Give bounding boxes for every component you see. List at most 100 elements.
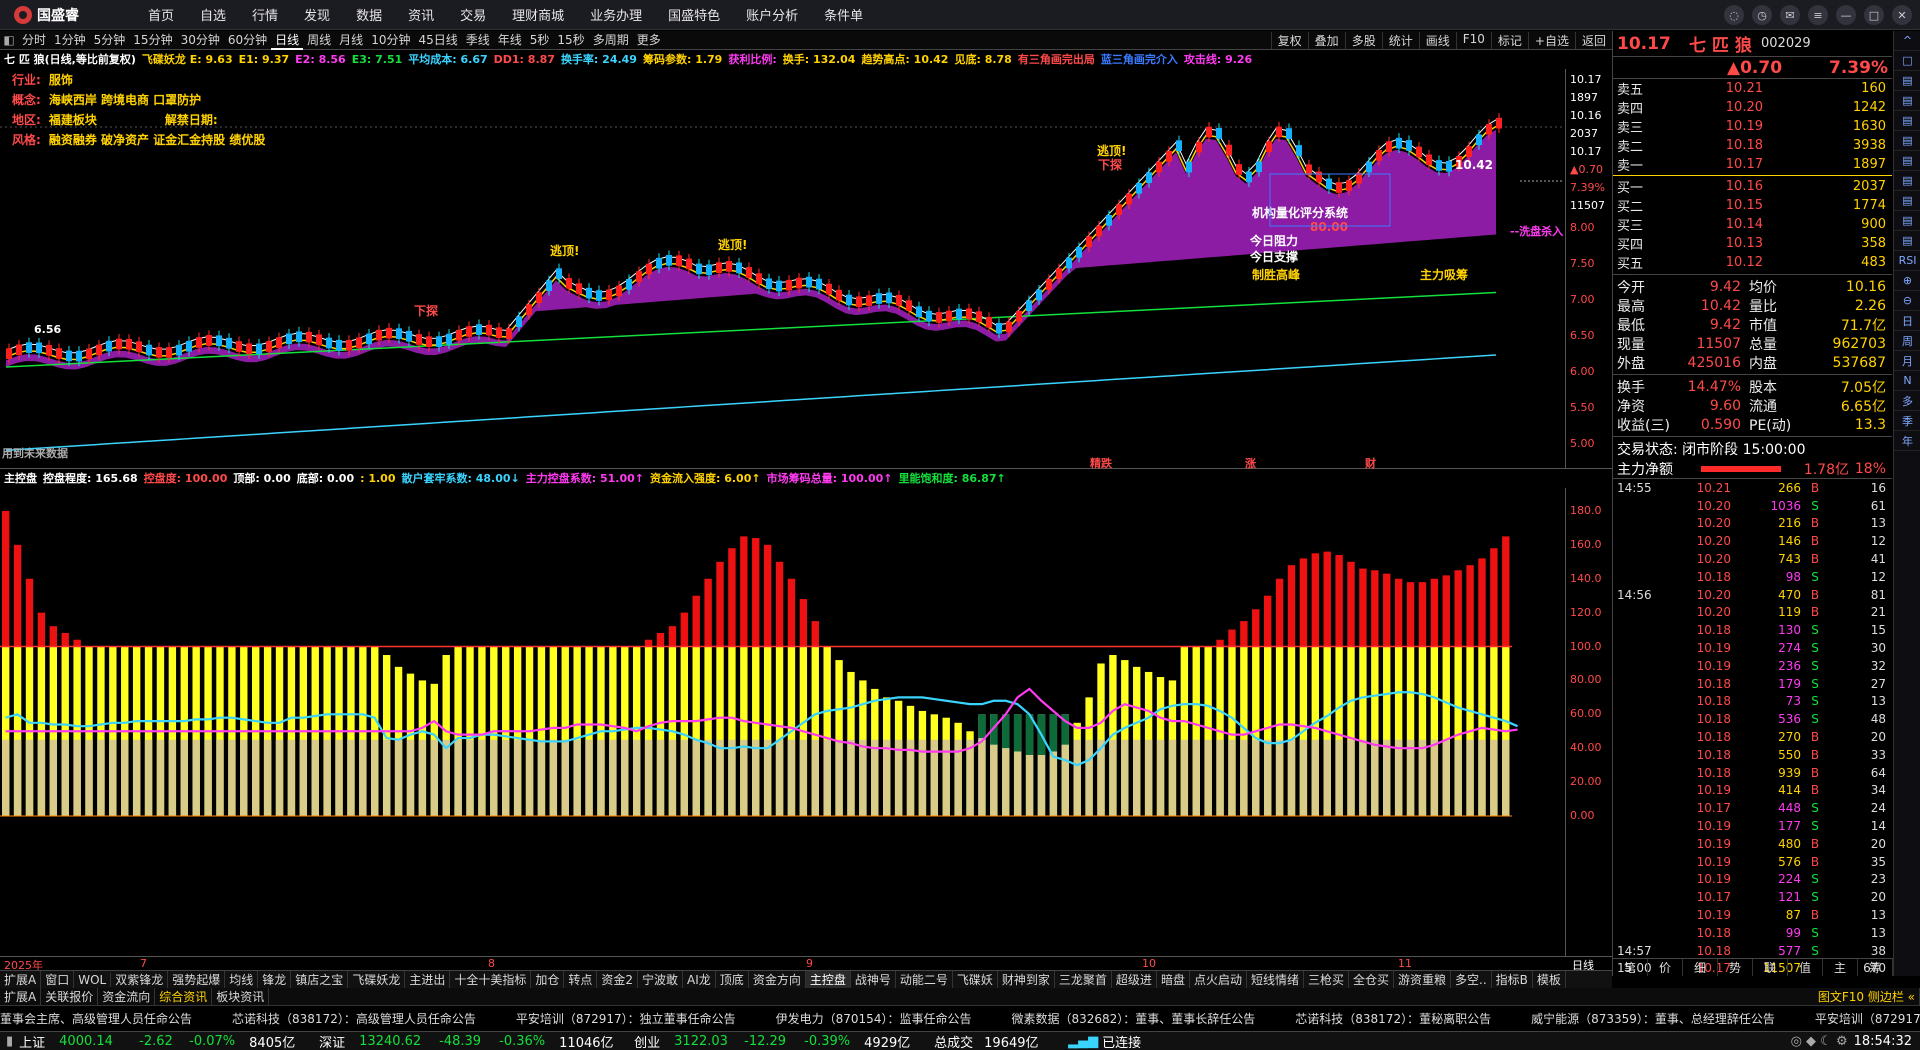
- indicator-tab-27[interactable]: 短线情绪: [1247, 971, 1304, 988]
- indicator-tab-25[interactable]: 暗盘: [1157, 971, 1190, 988]
- side-panel-toggle[interactable]: 图文F10 侧边栏 «: [1814, 988, 1920, 1005]
- menu-item-0[interactable]: 首页: [135, 5, 187, 24]
- chat-icon[interactable]: ◌: [1724, 5, 1744, 25]
- period-tab-4[interactable]: 30分钟: [177, 31, 224, 50]
- period-tab-1[interactable]: 1分钟: [50, 31, 90, 50]
- close-icon[interactable]: ✕: [1892, 5, 1912, 25]
- chart-tool-2[interactable]: 多股: [1344, 31, 1382, 49]
- indicator-tab-28[interactable]: 三枪买: [1304, 971, 1349, 988]
- indicator-tab-18[interactable]: 主控盘: [805, 971, 851, 988]
- indicator-tab-30[interactable]: 游资重粮: [1394, 971, 1452, 988]
- maximize-icon[interactable]: □: [1864, 5, 1884, 25]
- menu-item-10[interactable]: 账户分析: [733, 5, 811, 24]
- sh-label[interactable]: 上证: [19, 1032, 59, 1050]
- tick-list[interactable]: 14:55 10.21 266 B 16 10.20 1036 S 61 10.20 216 B 13 1…: [1613, 479, 1892, 977]
- period-tab-0[interactable]: 分时: [18, 31, 50, 50]
- indicator-tab-10[interactable]: 十全十美指标: [450, 971, 532, 988]
- period-tab-15[interactable]: 多周期: [589, 31, 633, 50]
- quote-tab-3[interactable]: 势: [1718, 959, 1753, 976]
- indicator-tab-2[interactable]: WOL: [74, 972, 112, 987]
- news-item[interactable]: 威宁能源（873359）：董事、总经理辞任公告: [1531, 1010, 1775, 1027]
- indicator-tab-3[interactable]: 双紫锋龙: [111, 971, 169, 988]
- side-tool-icon-1[interactable]: □: [1894, 51, 1920, 71]
- period-tab-5[interactable]: 60分钟: [224, 31, 271, 50]
- side-tool-icon-17[interactable]: N: [1894, 371, 1920, 391]
- side-tool-icon-2[interactable]: ▤: [1894, 71, 1920, 91]
- side-tool-icon-3[interactable]: ▤: [1894, 91, 1920, 111]
- menu-item-1[interactable]: 自选: [187, 5, 239, 24]
- indicator-tab-21[interactable]: 飞碟妖: [953, 971, 998, 988]
- side-tool-icon-20[interactable]: 年: [1894, 431, 1920, 451]
- info-tab-1[interactable]: 关联报价: [41, 988, 99, 1005]
- buy-row[interactable]: 买四 10.13 358: [1613, 234, 1892, 253]
- menu-item-8[interactable]: 业务办理: [577, 5, 655, 24]
- indicator-tab-33[interactable]: 模板: [1533, 971, 1566, 988]
- indicator-tab-19[interactable]: 战神号: [851, 971, 896, 988]
- side-tool-icon-14[interactable]: 日: [1894, 311, 1920, 331]
- menu-icon[interactable]: ≡: [1808, 5, 1828, 25]
- sell-row[interactable]: 卖三 10.19 1630: [1613, 117, 1892, 136]
- minimize-icon[interactable]: —: [1836, 5, 1856, 25]
- side-tool-icon-11[interactable]: RSI: [1894, 251, 1920, 271]
- indicator-tab-6[interactable]: 锋龙: [258, 971, 292, 988]
- period-tab-9[interactable]: 10分钟: [367, 31, 414, 50]
- period-tab-6[interactable]: 日线: [271, 31, 304, 50]
- side-tool-icon-19[interactable]: 季: [1894, 411, 1920, 431]
- side-tool-icon-9[interactable]: ▤: [1894, 211, 1920, 231]
- menu-item-5[interactable]: 资讯: [395, 5, 447, 24]
- period-tab-7[interactable]: 周线: [303, 31, 335, 50]
- quote-tab-2[interactable]: 细: [1683, 959, 1718, 976]
- period-tab-12[interactable]: 年线: [494, 31, 526, 50]
- indicator-tab-24[interactable]: 超级进: [1112, 971, 1157, 988]
- side-tool-icon-4[interactable]: ▤: [1894, 111, 1920, 131]
- main-control-chart[interactable]: [0, 488, 1564, 956]
- indicator-tab-32[interactable]: 指标B: [1492, 971, 1533, 988]
- menu-item-3[interactable]: 发现: [291, 5, 343, 24]
- indicator-tab-7[interactable]: 镇店之宝: [291, 971, 349, 988]
- clock-icon[interactable]: ◷: [1752, 5, 1772, 25]
- indicator-tab-16[interactable]: 顶底: [716, 971, 749, 988]
- quote-tab-7[interactable]: 筹: [1858, 959, 1893, 976]
- indicator-tab-4[interactable]: 强势起爆: [168, 971, 226, 988]
- side-tool-icon-16[interactable]: 月: [1894, 351, 1920, 371]
- mail-icon[interactable]: ✉: [1780, 5, 1800, 25]
- indicator-tab-8[interactable]: 飞碟妖龙: [348, 971, 406, 988]
- side-tool-icon-6[interactable]: ▤: [1894, 151, 1920, 171]
- indicator-tab-9[interactable]: 主进出: [405, 971, 451, 988]
- panel-toggle-icon[interactable]: ◧: [0, 33, 18, 47]
- side-tool-icon-0[interactable]: ^: [1894, 31, 1920, 51]
- news-item[interactable]: 芯诺科技（838172）：高级管理人员任命公告: [232, 1010, 476, 1027]
- side-tool-icon-15[interactable]: 周: [1894, 331, 1920, 351]
- menu-item-9[interactable]: 国盛特色: [655, 5, 733, 24]
- menu-item-2[interactable]: 行情: [239, 5, 291, 24]
- side-tool-icon-12[interactable]: ⊕: [1894, 271, 1920, 291]
- sz-label[interactable]: 深证: [319, 1032, 359, 1050]
- indicator-tab-0[interactable]: 扩展A: [0, 971, 42, 988]
- info-tab-3[interactable]: 综合资讯: [155, 988, 213, 1005]
- chart-tool-5[interactable]: F10: [1455, 31, 1491, 49]
- buy-row[interactable]: 买五 10.12 483: [1613, 253, 1892, 272]
- quote-tab-6[interactable]: 主: [1823, 959, 1858, 976]
- quote-tab-5[interactable]: 值: [1788, 959, 1823, 976]
- indicator-tab-1[interactable]: 窗口: [41, 971, 75, 988]
- sell-row[interactable]: 卖四 10.20 1242: [1613, 98, 1892, 117]
- indicator-tab-12[interactable]: 转点: [564, 971, 598, 988]
- side-tool-icon-5[interactable]: ▤: [1894, 131, 1920, 151]
- quote-tab-4[interactable]: 联: [1753, 959, 1788, 976]
- news-item[interactable]: 董事会主席、高级管理人员任命公告: [0, 1010, 192, 1027]
- indicator-tab-31[interactable]: 多空..: [1451, 971, 1492, 988]
- period-tab-2[interactable]: 5分钟: [90, 31, 130, 50]
- menu-item-4[interactable]: 数据: [343, 5, 395, 24]
- chart-tool-0[interactable]: 复权: [1270, 31, 1308, 49]
- side-tool-icon-10[interactable]: ▤: [1894, 231, 1920, 251]
- period-tab-14[interactable]: 15秒: [553, 31, 588, 50]
- side-tool-icon-7[interactable]: ▤: [1894, 171, 1920, 191]
- period-tab-13[interactable]: 5秒: [526, 31, 554, 50]
- cy-label[interactable]: 创业: [634, 1032, 674, 1050]
- news-item[interactable]: 微素数据（832682）：董事、董事长辞任公告: [1011, 1010, 1255, 1027]
- period-tab-11[interactable]: 季线: [462, 31, 494, 50]
- sell-row[interactable]: 卖一 10.17 1897: [1613, 155, 1892, 174]
- quote-tab-0[interactable]: 笔: [1613, 959, 1648, 976]
- buy-row[interactable]: 买一 10.16 2037: [1613, 177, 1892, 196]
- chart-tool-7[interactable]: +自选: [1527, 31, 1575, 49]
